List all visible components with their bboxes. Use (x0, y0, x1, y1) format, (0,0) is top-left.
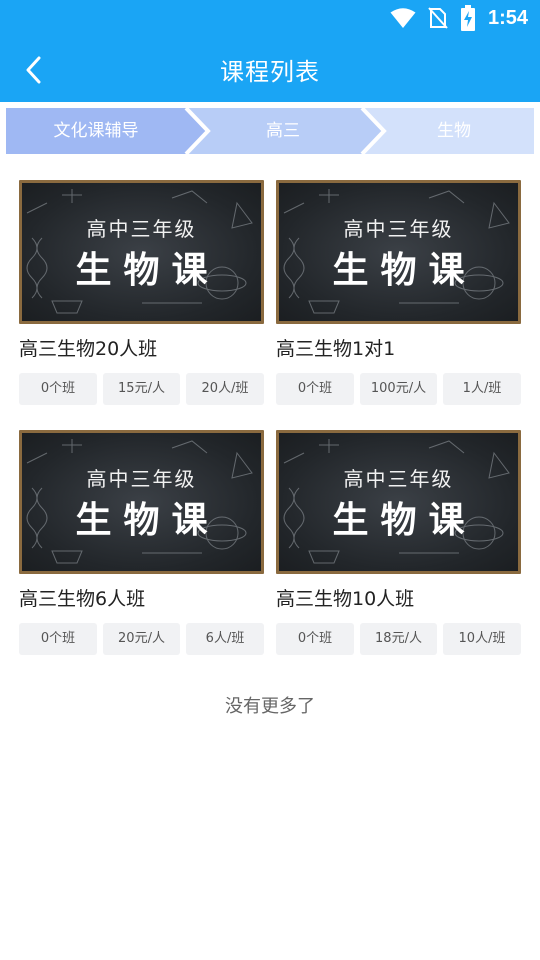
breadcrumb: 文化课辅导 高三 生物 (6, 108, 534, 154)
thumbnail-title: 生物课 (75, 500, 220, 541)
price-tag: 18元/人 (360, 623, 437, 655)
class-size-tag: 1人/班 (443, 373, 521, 405)
class-size-tag: 10人/班 (443, 623, 521, 655)
thumbnail-subtitle: 高中三年级 (86, 467, 197, 491)
price-tag: 20元/人 (103, 623, 180, 655)
battery-charging-icon (460, 5, 475, 31)
course-thumbnail: 高中三年级 生物课 (276, 430, 521, 574)
breadcrumb-item-category[interactable]: 文化课辅导 (6, 108, 186, 154)
thumbnail-title: 生物课 (332, 500, 477, 541)
course-title[interactable]: 高三生物10人班 (276, 584, 414, 611)
thumbnail-title: 生物课 (75, 250, 220, 291)
wifi-icon (390, 8, 416, 28)
course-thumbnail: 高中三年级 生物课 (19, 180, 264, 324)
class-count-tag: 0个班 (19, 373, 97, 405)
class-count-tag: 0个班 (276, 623, 354, 655)
breadcrumb-item-grade[interactable]: 高三 (198, 108, 368, 154)
thumbnail-title: 生物课 (332, 250, 477, 291)
course-thumbnail: 高中三年级 生物课 (19, 430, 264, 574)
breadcrumb-item-subject[interactable]: 生物 (374, 108, 534, 154)
price-tag: 100元/人 (360, 373, 437, 405)
class-size-tag: 20人/班 (186, 373, 264, 405)
course-title[interactable]: 高三生物6人班 (19, 584, 145, 611)
thumbnail-subtitle: 高中三年级 (86, 217, 197, 241)
class-size-tag: 6人/班 (186, 623, 264, 655)
thumbnail-subtitle: 高中三年级 (343, 467, 454, 491)
status-bar: 1:54 (0, 0, 540, 36)
class-count-tag: 0个班 (276, 373, 354, 405)
course-thumbnail: 高中三年级 生物课 (276, 180, 521, 324)
price-tag: 15元/人 (103, 373, 180, 405)
course-title[interactable]: 高三生物20人班 (19, 334, 157, 361)
class-count-tag: 0个班 (19, 623, 97, 655)
header: 课程列表 (0, 36, 540, 102)
thumbnail-subtitle: 高中三年级 (343, 217, 454, 241)
no-sim-icon (428, 7, 448, 29)
no-more-text: 没有更多了 (225, 696, 315, 717)
course-title[interactable]: 高三生物1对1 (276, 334, 395, 361)
page-title: 课程列表 (220, 58, 320, 86)
app-bar: 1:54 课程列表 (0, 0, 540, 102)
status-time: 1:54 (487, 6, 528, 29)
